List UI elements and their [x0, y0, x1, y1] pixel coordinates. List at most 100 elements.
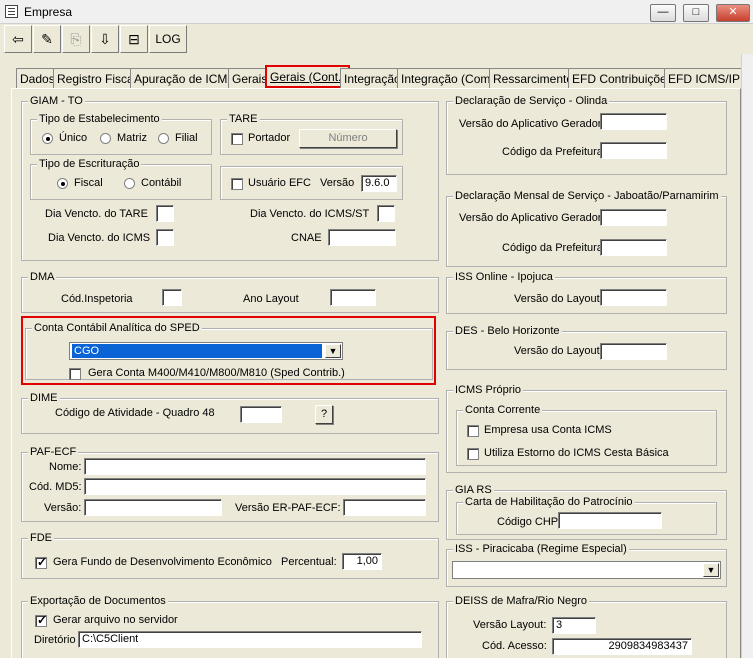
numero-button[interactable]: Número — [299, 129, 397, 148]
export-group: Exportação de Documentos — [21, 595, 439, 658]
des-bh-versao-field[interactable] — [600, 343, 667, 360]
gera-fundo-checkbox[interactable] — [35, 555, 47, 569]
tab-apuracao-icms[interactable]: Apuração de ICMS — [130, 68, 240, 88]
tab-integracao-com[interactable]: Integração (Com.) — [397, 68, 502, 88]
chevron-down-icon[interactable]: ▼ — [703, 563, 719, 577]
versao-er-field[interactable] — [343, 499, 426, 516]
tab-ressarcimento[interactable]: Ressarcimento — [489, 68, 578, 88]
conta-corrente-title: Conta Corrente — [463, 404, 543, 416]
piracicaba-title: ISS - Piracicaba (Regime Especial) — [453, 543, 629, 555]
radio-unico[interactable] — [42, 133, 53, 144]
maximize-button[interactable]: □ — [683, 4, 709, 22]
codigo-chp-field[interactable] — [558, 512, 662, 529]
minimize-button[interactable]: — — [650, 4, 676, 22]
jaboatao-group: Declaração Mensal de Serviço - Jaboatão/… — [446, 190, 727, 267]
diretorio-label: Diretório — [34, 634, 76, 646]
dia-icms-field[interactable] — [156, 229, 174, 246]
icms-proprio-title: ICMS Próprio — [453, 384, 524, 396]
md5-field[interactable] — [84, 478, 426, 495]
diretorio-field[interactable]: C:\C5Client — [78, 631, 422, 648]
deiss-cod-field[interactable]: 2909834983437 — [552, 638, 692, 655]
deiss-title: DEISS de Mafra/Rio Negro — [453, 595, 590, 607]
tab-gerais-cont[interactable]: Gerais (Cont.) — [265, 65, 351, 88]
ano-layout-field[interactable] — [330, 289, 376, 306]
copy-icon[interactable]: ⎘ — [62, 25, 90, 53]
tipo-estab-title: Tipo de Estabelecimento — [37, 113, 162, 125]
tab-efd-icms-ipi[interactable]: EFD ICMS/IPI — [664, 68, 748, 88]
cancel-icon[interactable]: ⊟ — [120, 25, 148, 53]
gerar-arquivo-checkbox[interactable] — [35, 613, 47, 627]
vertical-scrollbar[interactable] — [741, 54, 753, 658]
tare-title: TARE — [227, 113, 260, 125]
log-button[interactable]: LOG — [149, 25, 187, 53]
usuario-efc-label: Usuário EFC — [248, 177, 311, 189]
window-title: Empresa — [24, 5, 73, 19]
estorno-checkbox[interactable] — [467, 448, 479, 460]
help-button[interactable]: ? — [315, 405, 333, 424]
jaboatao-codigo-field[interactable] — [600, 239, 667, 256]
deiss-versao-field[interactable]: 3 — [552, 617, 596, 634]
deiss-versao-label: Versão Layout: — [473, 619, 547, 631]
dime-title: DIME — [28, 392, 60, 404]
dma-title: DMA — [28, 271, 57, 283]
conta-contabil-select[interactable]: CGO ▼ — [69, 342, 343, 360]
app-icon — [5, 5, 18, 18]
radio-unico-label: Único — [59, 132, 88, 144]
des-bh-versao-label: Versão do Layout — [514, 345, 600, 357]
exit-icon[interactable]: ⇦ — [4, 25, 32, 53]
usuario-efc-checkbox[interactable] — [231, 178, 243, 190]
olinda-group: Declaração de Serviço - Olinda — [446, 95, 727, 175]
piracicaba-select[interactable]: ▼ — [452, 561, 721, 579]
nome-field[interactable] — [84, 458, 426, 475]
radio-matriz[interactable] — [100, 133, 111, 144]
ipojuca-versao-field[interactable] — [600, 289, 667, 306]
olinda-versao-field[interactable] — [600, 113, 667, 130]
dia-icms-st-field[interactable] — [377, 205, 395, 222]
radio-contabil[interactable] — [124, 178, 135, 189]
nome-label: Nome: — [49, 461, 82, 473]
save-icon[interactable]: ⇩ — [91, 25, 119, 53]
portador-label: Portador — [248, 132, 291, 144]
md5-label: Cód. MD5: — [29, 481, 82, 493]
cod-atividade-field[interactable] — [240, 406, 282, 423]
radio-fiscal[interactable] — [57, 178, 68, 189]
cod-inspetoria-field[interactable] — [162, 289, 182, 306]
dia-icms-label: Dia Vencto. do ICMS — [48, 232, 151, 244]
jaboatao-versao-label: Versão do Aplicativo Gerador — [459, 212, 602, 224]
tab-integracao[interactable]: Integração — [340, 68, 405, 88]
versao-efc-field[interactable]: 9.6.0 — [361, 175, 397, 192]
cnae-label: CNAE — [291, 232, 322, 244]
olinda-versao-label: Versão do Aplicativo Gerador — [459, 118, 602, 130]
title-bar: Empresa — □ ✕ — [0, 0, 753, 24]
olinda-title: Declaração de Serviço - Olinda — [453, 95, 610, 107]
conta-contabil-value: CGO — [72, 344, 322, 358]
tab-efd-contribuicoes[interactable]: EFD Contribuições — [568, 68, 677, 88]
export-title: Exportação de Documentos — [28, 595, 168, 607]
cod-inspetoria-label: Cód.Inspetoria — [61, 293, 133, 305]
fde-title: FDE — [28, 532, 54, 544]
edit-icon[interactable]: ✎ — [33, 25, 61, 53]
usa-conta-icms-label: Empresa usa Conta ICMS — [484, 424, 612, 436]
chevron-down-icon[interactable]: ▼ — [325, 344, 341, 358]
deiss-cod-label: Cód. Acesso: — [482, 640, 547, 652]
jaboatao-versao-field[interactable] — [600, 209, 667, 226]
gera-fundo-label: Gera Fundo de Desenvolvimento Econômico — [53, 556, 272, 568]
gera-conta-label: Gera Conta M400/M410/M800/M810 (Sped Con… — [88, 367, 345, 379]
dia-tare-field[interactable] — [156, 205, 174, 222]
cnae-field[interactable] — [328, 229, 396, 246]
tab-registro-fiscal[interactable]: Registro Fiscal — [53, 68, 141, 88]
portador-checkbox[interactable] — [231, 133, 243, 145]
gera-conta-checkbox[interactable] — [69, 368, 81, 380]
close-button[interactable]: ✕ — [716, 4, 750, 22]
radio-filial[interactable] — [158, 133, 169, 144]
usa-conta-icms-checkbox[interactable] — [467, 425, 479, 437]
olinda-codigo-field[interactable] — [600, 142, 667, 159]
versao-paf-field[interactable] — [84, 499, 222, 516]
des-bh-title: DES - Belo Horizonte — [453, 325, 562, 337]
ipojuca-versao-label: Versão do Layout — [514, 293, 600, 305]
jaboatao-codigo-label: Código da Prefeitura — [502, 242, 603, 254]
percentual-field[interactable]: 1,00 — [342, 553, 382, 570]
dia-tare-label: Dia Vencto. do TARE — [45, 208, 148, 220]
codigo-chp-label: Código CHP — [497, 516, 559, 528]
olinda-codigo-label: Código da Prefeitura — [502, 146, 603, 158]
